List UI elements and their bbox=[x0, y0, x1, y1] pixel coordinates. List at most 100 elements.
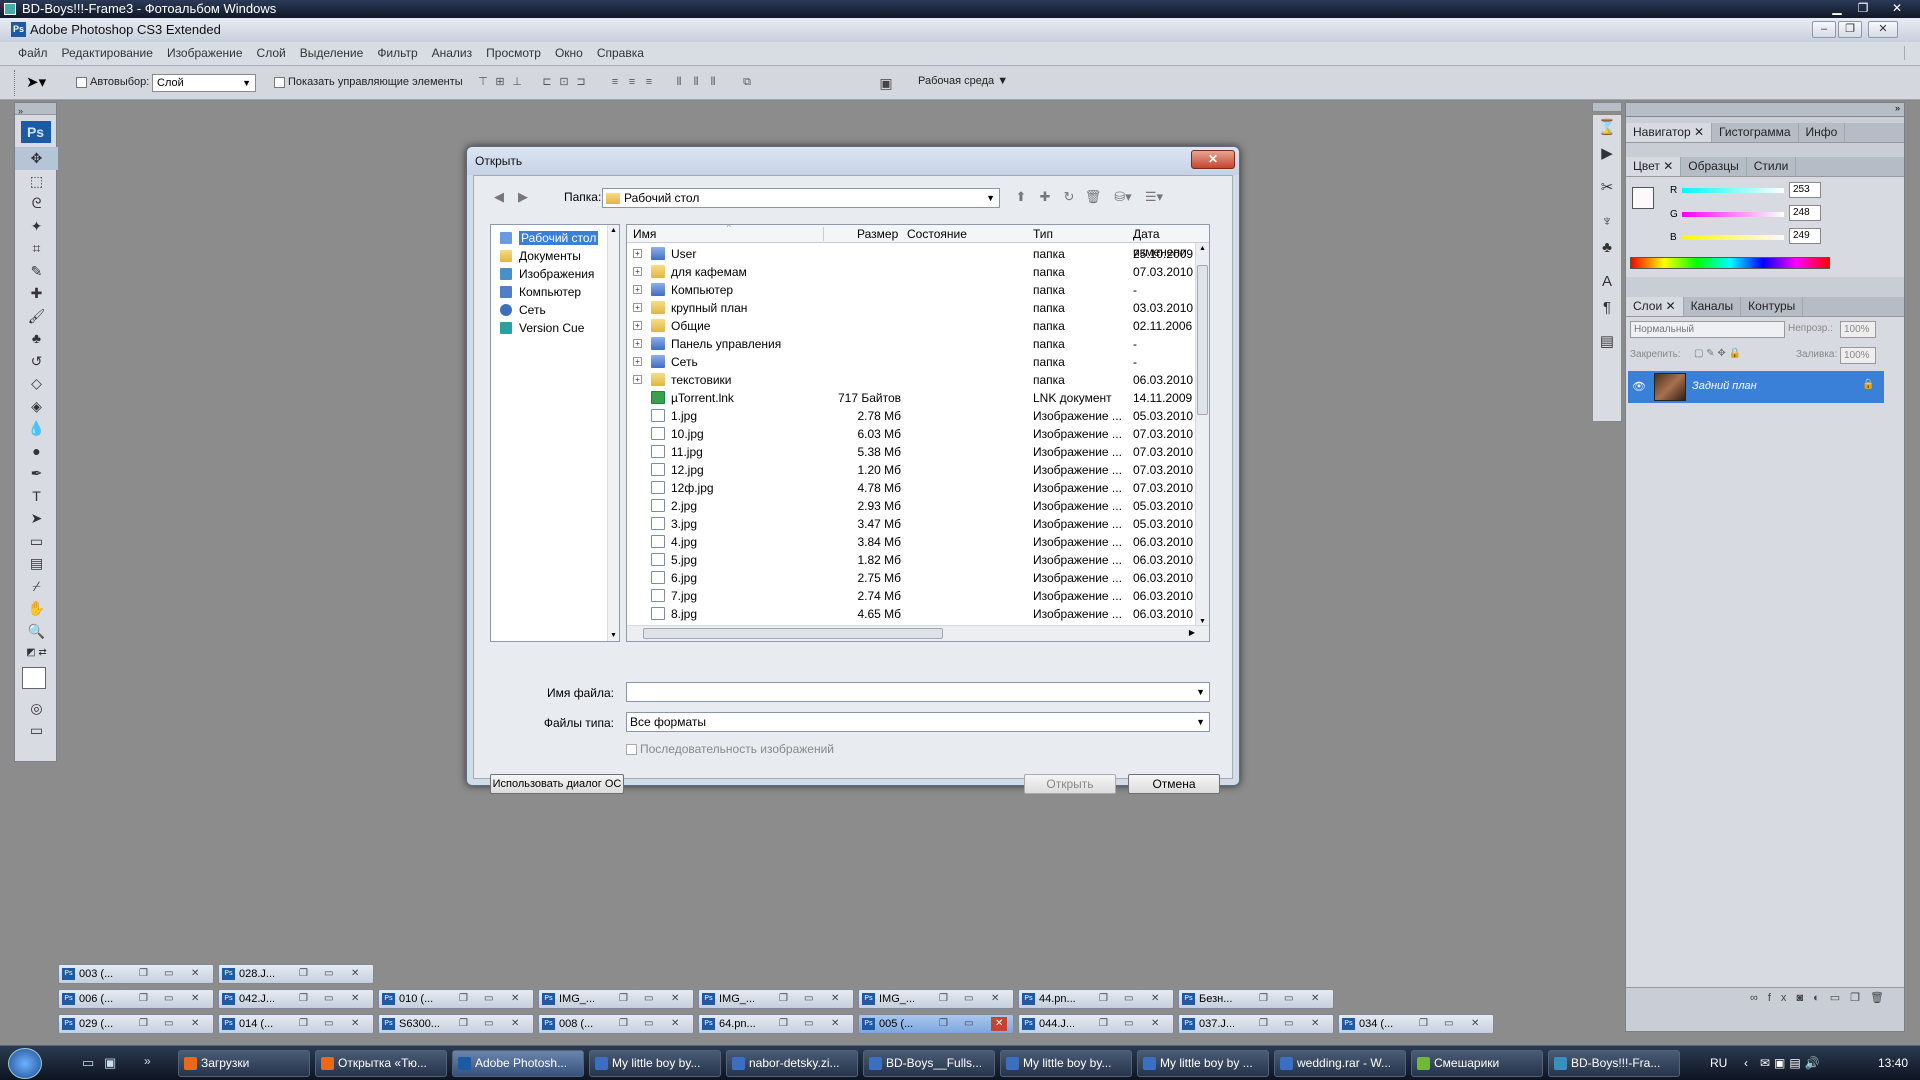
taskbar-item[interactable]: BD-Boys!!!-Fra... bbox=[1548, 1050, 1680, 1077]
close-icon[interactable]: ✕ bbox=[831, 992, 839, 1006]
maximize-icon[interactable]: ▭ bbox=[1124, 992, 1133, 1006]
taskbar-item[interactable]: My little boy by... bbox=[589, 1050, 721, 1077]
autoselect-dropdown[interactable]: Слой ▼ bbox=[152, 74, 256, 92]
document-tab[interactable]: Ps 044.J... ❐ ▭ ✕ bbox=[1018, 1014, 1174, 1034]
taskbar-item[interactable]: Смешарики bbox=[1411, 1050, 1543, 1077]
mask-icon[interactable]: ◙ bbox=[1796, 992, 1813, 1004]
panels-grip[interactable]: » bbox=[1626, 103, 1904, 117]
document-tab[interactable]: Ps 64.pn... ❐ ▭ ✕ bbox=[698, 1014, 854, 1034]
tab-color[interactable]: Цвет ✕ bbox=[1626, 157, 1682, 176]
file-row[interactable]: 11.jpg 5.38 Мб Изображение ... 07.03.2010 bbox=[627, 443, 1197, 461]
file-row[interactable]: + Общие папка 02.11.2006 bbox=[627, 317, 1197, 335]
close-icon[interactable]: ✕ bbox=[191, 1017, 199, 1031]
filetype-dropdown[interactable]: Все форматы ▼ bbox=[626, 712, 1210, 732]
scroll-down-icon[interactable]: ▼ bbox=[610, 632, 617, 639]
restore-icon[interactable]: ❐ bbox=[139, 1017, 148, 1031]
show-desktop-icon[interactable]: ▭ bbox=[82, 1055, 94, 1071]
align-vcenter-icon[interactable]: ⊞ bbox=[493, 74, 507, 90]
lock-icons[interactable]: ▢ ✎ ✥ 🔒 bbox=[1694, 348, 1741, 359]
tab-swatches[interactable]: Образцы bbox=[1681, 157, 1747, 176]
maximize-icon[interactable]: ▭ bbox=[324, 1017, 333, 1031]
close-icon[interactable]: ✕ bbox=[1311, 1017, 1319, 1031]
menu-filter[interactable]: Фильтр bbox=[370, 42, 424, 65]
workspace-button[interactable]: Рабочая среда ▼ bbox=[918, 75, 1008, 87]
maximize-icon[interactable]: ▭ bbox=[1124, 1017, 1133, 1031]
dialog-close-icon[interactable]: ✕ bbox=[1191, 150, 1235, 169]
document-tab[interactable]: Ps 44.pn... ❐ ▭ ✕ bbox=[1018, 989, 1174, 1009]
close-icon[interactable]: ✕ bbox=[191, 992, 199, 1006]
align-hcenter-icon[interactable]: ⊡ bbox=[557, 74, 571, 90]
maximize-icon[interactable]: ▭ bbox=[164, 1017, 173, 1031]
close-icon[interactable]: ✕ bbox=[511, 1017, 519, 1031]
vscroll-thumb[interactable] bbox=[1197, 265, 1208, 415]
toolbox-grip[interactable]: » bbox=[15, 103, 56, 116]
document-tab[interactable]: Ps IMG_... ❐ ▭ ✕ bbox=[858, 989, 1014, 1009]
close-icon[interactable]: ✕ bbox=[1151, 1017, 1159, 1031]
close-icon[interactable]: ✕ bbox=[1151, 992, 1159, 1006]
close-icon[interactable]: ✕ bbox=[1471, 1017, 1479, 1031]
expand-icon[interactable]: + bbox=[633, 285, 642, 294]
cancel-button[interactable]: Отмена bbox=[1128, 774, 1220, 794]
file-row[interactable]: µTorrent.lnk 717 Байтов LNK документ 14.11.… bbox=[627, 389, 1197, 407]
tab-layers[interactable]: Слои ✕ bbox=[1626, 297, 1684, 316]
maximize-icon[interactable]: ▭ bbox=[324, 992, 333, 1006]
col-type[interactable]: Тип bbox=[1033, 225, 1053, 243]
distribute-right-icon[interactable]: ⫴ bbox=[706, 74, 720, 90]
tab-info[interactable]: Инфо bbox=[1799, 123, 1846, 142]
maximize-icon[interactable]: ▭ bbox=[804, 992, 813, 1006]
close-icon[interactable]: ✕ bbox=[351, 967, 359, 981]
dodge-tool-icon[interactable]: ● bbox=[15, 440, 58, 463]
tab-navigator[interactable]: Навигатор ✕ bbox=[1626, 123, 1713, 142]
back-arrow-icon[interactable]: ◀ bbox=[490, 188, 508, 206]
move-tool-preset-icon[interactable]: ➤▾ bbox=[26, 73, 46, 91]
slice-tool-icon[interactable]: ✎ bbox=[15, 260, 58, 283]
place-version-cue[interactable]: Version Cue bbox=[491, 319, 619, 337]
collapse-arrows-icon[interactable]: » bbox=[15, 106, 23, 116]
app-minimize-icon[interactable]: – bbox=[1812, 21, 1836, 38]
path-selection-tool-icon[interactable]: ➤ bbox=[15, 507, 58, 530]
restore-icon[interactable]: ❐ bbox=[1099, 1017, 1108, 1031]
file-row[interactable]: + для кафемам папка 07.03.2010 bbox=[627, 263, 1197, 281]
document-tab[interactable]: Ps 042.J... ❐ ▭ ✕ bbox=[218, 989, 374, 1009]
g-slider[interactable] bbox=[1682, 212, 1784, 217]
pen-tool-icon[interactable]: ✒ bbox=[15, 462, 58, 485]
scroll-right-icon[interactable]: ▶ bbox=[1189, 628, 1195, 637]
document-tab[interactable]: Ps 028.J... ❐ ▭ ✕ bbox=[218, 964, 374, 984]
eraser-tool-icon[interactable]: ◇ bbox=[15, 372, 58, 395]
lasso-tool-icon[interactable]: ᘓ bbox=[15, 192, 58, 215]
document-tab[interactable]: Ps 005 (... ❐ ▭ ✕ bbox=[858, 1014, 1014, 1034]
menu-edit[interactable]: Редактирование bbox=[55, 42, 160, 65]
clone-source-icon[interactable]: ♣ bbox=[1593, 235, 1621, 261]
menu-view[interactable]: Просмотр bbox=[479, 42, 548, 65]
close-icon[interactable]: ✕ bbox=[1311, 992, 1319, 1006]
paint-bucket-tool-icon[interactable]: ◈ bbox=[15, 395, 58, 418]
maximize-icon[interactable]: ▭ bbox=[644, 992, 653, 1006]
restore-icon[interactable]: ❐ bbox=[619, 1017, 628, 1031]
r-value[interactable]: 253 bbox=[1789, 182, 1821, 198]
r-slider[interactable] bbox=[1682, 188, 1784, 193]
place-desktop[interactable]: Рабочий стол bbox=[491, 229, 619, 247]
taskbar-item[interactable]: nabor-detsky.zi... bbox=[726, 1050, 858, 1077]
file-row[interactable]: 10.jpg 6.03 Мб Изображение ... 07.03.2010 bbox=[627, 425, 1197, 443]
brushes-icon[interactable]: ♆ bbox=[1593, 209, 1621, 235]
switch-windows-icon[interactable]: ▣ bbox=[104, 1055, 116, 1071]
app-restore-icon[interactable]: ❐ bbox=[1838, 21, 1862, 38]
file-list-hscrollbar[interactable]: ▶ bbox=[627, 625, 1209, 641]
file-row[interactable]: 3.jpg 3.47 Мб Изображение ... 05.03.2010 bbox=[627, 515, 1197, 533]
tray-expand-icon[interactable]: ‹ bbox=[1744, 1046, 1748, 1080]
fill-field[interactable]: 100% bbox=[1840, 347, 1876, 364]
document-tab[interactable]: Ps 003 (... ❐ ▭ ✕ bbox=[58, 964, 214, 984]
col-state[interactable]: Состояние bbox=[907, 225, 967, 243]
align-bottom-icon[interactable]: ⊥ bbox=[510, 74, 524, 90]
file-row[interactable]: 12ф.jpg 4.78 Мб Изображение ... 07.03.2010 bbox=[627, 479, 1197, 497]
restore-icon[interactable]: ❐ bbox=[1259, 1017, 1268, 1031]
b-slider[interactable] bbox=[1682, 235, 1784, 240]
healing-brush-tool-icon[interactable]: ✚ bbox=[15, 282, 58, 305]
file-row[interactable]: + текстовики папка 06.03.2010 bbox=[627, 371, 1197, 389]
trash-icon[interactable]: 🗑 bbox=[1870, 992, 1894, 1004]
crop-tool-icon[interactable]: ⌗ bbox=[15, 237, 58, 260]
tab-histogram[interactable]: Гистограмма bbox=[1712, 123, 1799, 142]
expand-icon[interactable]: + bbox=[633, 303, 642, 312]
close-icon[interactable]: ✕ bbox=[511, 992, 519, 1006]
file-row[interactable]: 5.jpg 1.82 Мб Изображение ... 06.03.2010 bbox=[627, 551, 1197, 569]
